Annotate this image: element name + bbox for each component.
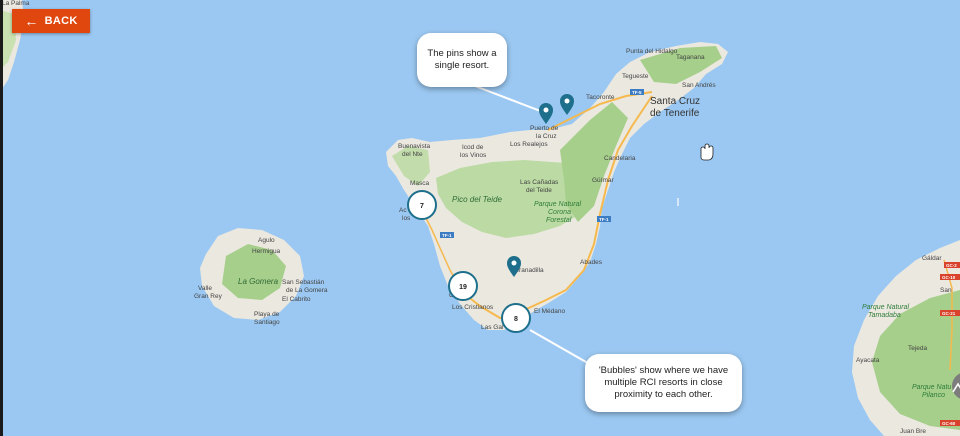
road-shield-gc60: GC-60: [940, 420, 960, 426]
svg-text:GC-60: GC-60: [942, 421, 956, 426]
label-san-sebastian-2: de La Gomera: [286, 287, 328, 294]
svg-text:GC-21: GC-21: [942, 311, 956, 316]
label-gc-parque-3: Parque Natu: [912, 384, 951, 391]
label-santa-cruz-1: Santa Cruz: [650, 96, 700, 107]
label-galdar: Gáldar: [922, 255, 942, 262]
road-shield-gc10: GC-10: [940, 274, 960, 280]
label-pico-del-teide: Pico del Teide: [452, 195, 503, 204]
label-puerto-2: la Cruz: [536, 133, 557, 140]
label-abades: Abades: [580, 259, 603, 266]
cluster-bubble-8[interactable]: 8: [501, 303, 531, 333]
window-edge: [0, 0, 3, 436]
svg-text:GC-2: GC-2: [946, 263, 957, 268]
label-playa-1: Playa de: [254, 311, 280, 318]
label-parque-3: Forestal: [546, 217, 572, 224]
label-gc-parque-2: Tamadaba: [868, 312, 901, 319]
label-gc-san: San: [940, 287, 952, 294]
label-la-gomera: La Gomera: [238, 277, 279, 286]
back-button[interactable]: ← BACK: [12, 9, 90, 33]
callout-pins: The pins show a single resort.: [417, 33, 507, 87]
label-las-canadas-2: del Teide: [526, 187, 552, 194]
label-parque-1: Parque Natural: [534, 201, 582, 208]
label-tegueste: Tegueste: [622, 73, 649, 80]
label-icod-1: Icod de: [462, 144, 484, 151]
arrow-left-icon: ←: [24, 13, 39, 29]
callout-bubbles: 'Bubbles' show where we have multiple RC…: [585, 354, 742, 412]
label-los-cristianos: Los Cristianos: [452, 304, 494, 311]
label-taganana: Taganana: [676, 54, 705, 61]
label-parque-2: Corona: [548, 209, 571, 216]
label-buenavista-1: Buenavista: [398, 143, 431, 150]
svg-text:7: 7: [420, 203, 424, 210]
road-shield-tf1b: TF-1: [440, 232, 454, 238]
label-acantilado-2: los: [402, 215, 411, 222]
callout-pins-text: The pins show a single resort.: [427, 48, 497, 71]
label-icod-2: los Vinos: [460, 152, 487, 159]
svg-text:GC-10: GC-10: [942, 275, 956, 280]
label-valle-1: Valle: [198, 285, 212, 292]
label-las-galletas: Las Gal: [481, 324, 504, 331]
label-el-medano: El Médano: [534, 308, 565, 315]
road-shield-tf5: TF-5: [630, 89, 644, 95]
road-shield-gc2: GC-2: [944, 262, 960, 268]
label-candelaria: Candelaria: [604, 155, 636, 162]
label-los-realejos: Los Realejos: [510, 141, 548, 148]
label-puerto-1: Puerto de: [530, 125, 559, 132]
label-gc-bottom: Juan Bre: [900, 428, 926, 435]
label-agulo: Agulo: [258, 237, 275, 244]
label-gc-tejeda: Tejeda: [908, 345, 928, 352]
callout-bubbles-text: 'Bubbles' show where we have multiple RC…: [598, 365, 729, 400]
road-shield-tf1: TF-1: [597, 216, 611, 222]
label-buenavista-2: del Nte: [402, 151, 423, 158]
svg-text:8: 8: [514, 316, 518, 323]
label-san-sebastian-1: San Sebastián: [282, 279, 325, 286]
label-hermigua: Hermigua: [252, 248, 281, 255]
cluster-bubble-7[interactable]: 7: [407, 190, 437, 220]
label-san-andres: San Andrés: [682, 82, 716, 89]
road-shield-gc21: GC-21: [940, 310, 960, 316]
label-guimar: Güímar: [592, 177, 615, 184]
label-punta-del-hidalgo: Punta del Hidalgo: [626, 48, 678, 55]
svg-text:TF-5: TF-5: [632, 90, 642, 95]
label-acantilado-1: Ac: [399, 207, 407, 214]
back-button-label: BACK: [44, 15, 78, 27]
label-gc-parque-1: Parque Natural: [862, 304, 910, 311]
label-las-canadas-1: Las Cañadas: [520, 179, 559, 186]
label-tacoronte: Tacoronte: [586, 94, 615, 101]
label-gc-parque-4: Pilanco: [922, 392, 945, 399]
label-el-cabrito: El Cabrito: [282, 296, 311, 303]
cluster-bubble-19[interactable]: 19: [448, 271, 478, 301]
label-la-palma: La Palma: [2, 0, 30, 7]
svg-text:TF-1: TF-1: [599, 217, 609, 222]
label-playa-2: Santiago: [254, 319, 280, 326]
svg-text:19: 19: [459, 284, 467, 291]
svg-text:TF-1: TF-1: [442, 233, 452, 238]
label-gc-ayacata: Ayacata: [856, 357, 880, 364]
label-santa-cruz-2: de Tenerife: [650, 108, 700, 119]
label-valle-2: Gran Rey: [194, 293, 223, 300]
label-masca: Masca: [410, 180, 430, 187]
